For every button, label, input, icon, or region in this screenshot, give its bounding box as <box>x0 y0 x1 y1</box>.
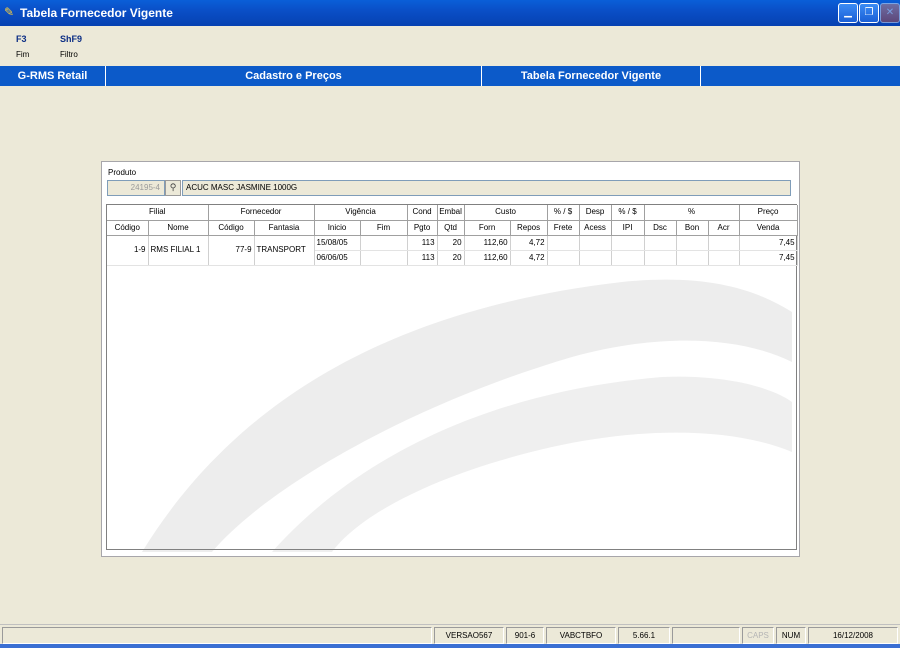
column-header: Dsc <box>644 220 677 236</box>
filial-nome-cell: RMS FILIAL 1 <box>148 235 209 266</box>
bottom-strip <box>0 644 900 648</box>
status-message <box>2 627 432 644</box>
status-date: 16/12/2008 <box>808 627 898 644</box>
bon-cell <box>676 250 709 266</box>
column-header: Código <box>107 220 149 236</box>
fim-cell <box>360 235 408 251</box>
column-header: Acess <box>579 220 612 236</box>
table-row[interactable]: 1-9 RMS FILIAL 1 77-9 TRANSPORT 15/08/05… <box>107 235 798 266</box>
inicio-cell: 06/06/05 <box>314 250 361 266</box>
column-header: Pgto <box>407 220 438 236</box>
group-header-filial: Filial <box>107 205 209 221</box>
fkey-label: Fim <box>16 50 30 59</box>
group-header-fornecedor: Fornecedor <box>208 205 315 221</box>
frete-cell <box>547 235 580 251</box>
minimize-icon: ▁ <box>844 7 852 18</box>
qtd-cell: 20 <box>437 235 465 251</box>
status-store: 901-6 <box>506 627 544 644</box>
frete-cell <box>547 250 580 266</box>
acess-cell <box>579 250 612 266</box>
fim-cell <box>360 250 408 266</box>
pgto-cell: 113 <box>407 235 438 251</box>
status-user: VABCTBFO <box>546 627 616 644</box>
acr-cell <box>708 250 740 266</box>
fkey-f3-button[interactable]: F3 Fim <box>16 34 56 60</box>
fkey-shf9-button[interactable]: ShF9 Filtro <box>60 34 100 60</box>
group-header-pct: % <box>644 205 740 221</box>
column-header: Inicio <box>314 220 361 236</box>
restore-button[interactable]: ❐ <box>859 3 879 23</box>
group-header-embal: Embal <box>437 205 465 221</box>
ipi-cell <box>611 250 645 266</box>
group-header-frete-pct: % / $ <box>547 205 580 221</box>
column-header: Qtd <box>437 220 465 236</box>
acess-cell <box>579 235 612 251</box>
bon-cell <box>676 235 709 251</box>
screen-name: Tabela Fornecedor Vigente <box>482 66 701 86</box>
filial-codigo-cell: 1-9 <box>107 235 149 266</box>
close-button[interactable]: ✕ <box>880 3 900 23</box>
fornecedor-fantasia-cell: TRANSPORT <box>254 235 315 266</box>
qtd-cell: 20 <box>437 250 465 266</box>
status-version: VERSAO567 <box>434 627 504 644</box>
module-name: Cadastro e Preços <box>106 66 482 86</box>
acr-cell <box>708 235 740 251</box>
group-header-ipi-pct: % / $ <box>611 205 645 221</box>
status-bar: VERSAO567 901-6 VABCTBFO 5.66.1 CAPS NUM… <box>0 624 900 644</box>
restore-icon: ❐ <box>864 7 874 18</box>
column-header: Fim <box>360 220 408 236</box>
column-header: Frete <box>547 220 580 236</box>
binoculars-icon: ⚲ <box>169 183 177 193</box>
group-header-desp: Desp <box>579 205 612 221</box>
close-icon: ✕ <box>885 7 895 18</box>
produto-description-field: ACUC MASC JASMINE 1000G <box>182 180 791 196</box>
app-icon: ✎ <box>4 5 15 19</box>
minimize-button[interactable]: ▁ <box>838 3 858 23</box>
fkey-key: F3 <box>16 34 27 44</box>
pgto-cell: 113 <box>407 250 438 266</box>
dsc-cell <box>644 235 677 251</box>
repos-cell: 4,72 <box>510 235 548 251</box>
dsc-cell <box>644 250 677 266</box>
fkey-label: Filtro <box>60 50 78 59</box>
status-empty <box>672 627 740 644</box>
status-caps: CAPS <box>742 627 774 644</box>
column-header: Forn <box>464 220 511 236</box>
produto-code-field[interactable]: 24195-4 <box>107 180 165 196</box>
group-header-custo: Custo <box>464 205 548 221</box>
repos-cell: 4,72 <box>510 250 548 266</box>
column-header: Fantasia <box>254 220 315 236</box>
forn-cell: 112,60 <box>464 250 511 266</box>
inicio-cell: 15/08/05 <box>314 235 361 251</box>
ipi-cell <box>611 235 645 251</box>
forn-cell: 112,60 <box>464 235 511 251</box>
status-build: 5.66.1 <box>618 627 670 644</box>
column-header: Repos <box>510 220 548 236</box>
title-bar[interactable]: ✎ Tabela Fornecedor Vigente ▁ ❐ ✕ <box>0 0 900 26</box>
column-header: Código <box>208 220 255 236</box>
column-header: Venda <box>739 220 798 236</box>
column-header: Nome <box>148 220 209 236</box>
venda-cell: 7,45 <box>739 250 798 266</box>
app-name: G-RMS Retail <box>0 66 106 86</box>
supplier-price-table: Filial Fornecedor Vigência Cond Embal Cu… <box>106 204 798 550</box>
fornecedor-codigo-cell: 77-9 <box>208 235 255 266</box>
window-title: Tabela Fornecedor Vigente <box>20 6 173 20</box>
header-band: G-RMS Retail Cadastro e Preços Tabela Fo… <box>0 66 900 86</box>
column-header: Acr <box>708 220 740 236</box>
status-num: NUM <box>776 627 806 644</box>
product-search-button[interactable]: ⚲ <box>165 180 181 196</box>
group-header-vigencia: Vigência <box>314 205 408 221</box>
group-header-preco: Preço <box>739 205 798 221</box>
venda-cell: 7,45 <box>739 235 798 251</box>
fkey-key: ShF9 <box>60 34 83 44</box>
produto-label: Produto <box>108 168 137 177</box>
main-panel: Produto 24195-4 ⚲ ACUC MASC JASMINE 1000… <box>101 161 800 557</box>
column-header: Bon <box>676 220 709 236</box>
group-header-cond: Cond <box>407 205 438 221</box>
column-header: IPI <box>611 220 645 236</box>
